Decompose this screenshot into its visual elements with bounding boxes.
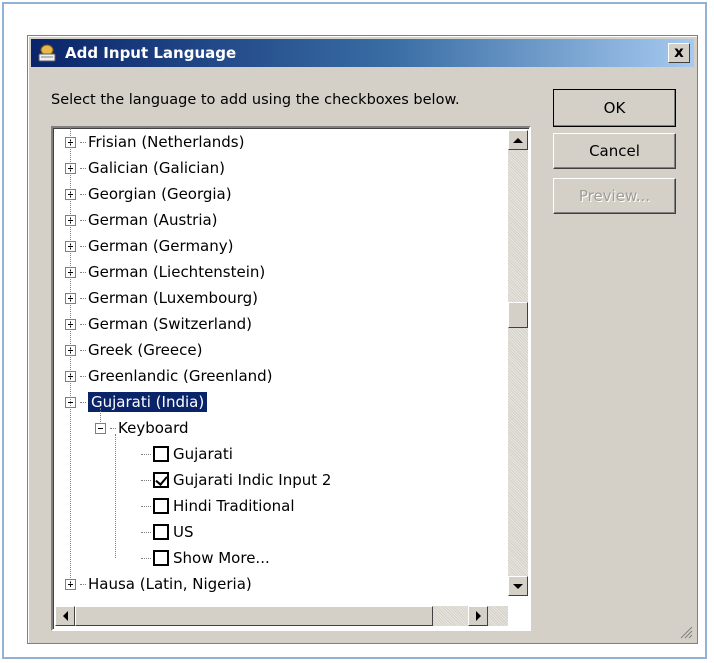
tree-connector [80,219,86,221]
tree-item-label: Gujarati (India) [86,391,209,413]
tree-item-label: German (Germany) [88,237,234,255]
tree-connector [80,375,86,377]
tree-item-language[interactable]: Georgian (Georgia) [65,181,232,207]
tree-connector [80,193,86,195]
tree-connector [80,245,86,247]
tree-item-label: Greek (Greece) [88,341,203,359]
checkbox-checked[interactable] [153,472,169,488]
tree-guide-line [100,408,101,422]
title-bar[interactable]: Add Input Language x [31,39,694,67]
horizontal-scroll-thumb[interactable] [75,606,433,626]
keyboard-option-label: Hindi Traditional [173,497,295,515]
tree-item-label: German (Luxembourg) [88,289,259,307]
tree-guide-line [115,434,116,558]
keyboard-option-label: Gujarati Indic Input 2 [173,471,332,489]
keyboard-option-label: Gujarati [173,445,233,463]
tree-item-language[interactable]: German (Austria) [65,207,218,233]
keyboard-option[interactable]: Gujarati Indic Input 2 [141,467,331,493]
add-input-language-dialog: Add Input Language x Select the language… [27,35,698,644]
arrow-right-icon [475,611,481,621]
tree-item-label: German (Switzerland) [88,315,253,333]
tree-item-language[interactable]: German (Liechtenstein) [65,259,265,285]
scroll-left-button[interactable] [55,606,75,626]
keyboard-option-label: Show More... [173,549,270,567]
arrow-left-icon [62,611,68,621]
tree-item-language[interactable]: Hausa (Latin, Nigeria) [65,571,252,597]
preview-button[interactable]: Preview... [553,178,676,214]
keyboard-option[interactable]: Show More... [141,545,270,571]
tree-item-language[interactable]: German (Luxembourg) [65,285,258,311]
checkbox[interactable] [153,446,169,462]
tree-item-label: Georgian (Georgia) [88,185,232,203]
tree-item-label: Keyboard [118,419,189,437]
keyboard-option[interactable]: US [141,519,194,545]
tree-item-label: Galician (Galician) [88,159,225,177]
vertical-scrollbar[interactable] [508,130,528,596]
close-button[interactable]: x [668,43,690,63]
instruction-text: Select the language to add using the che… [51,92,460,108]
tree-item-language-selected[interactable]: Gujarati (India) [65,389,209,415]
tree-connector [110,427,116,429]
checkbox[interactable] [153,524,169,540]
tree-connector [80,583,86,585]
checkbox[interactable] [153,498,169,514]
tree-connector [80,271,86,273]
tree-item-label: Greenlandic (Greenland) [88,367,273,385]
tree-connector [80,141,86,143]
tree-item-language[interactable]: Frisian (Netherlands) [65,129,244,155]
cancel-button[interactable]: Cancel [553,133,676,169]
tree-item-label: Hausa (Latin, Nigeria) [88,575,252,593]
arrow-down-icon [513,583,523,589]
tree-item-language[interactable]: German (Switzerland) [65,311,252,337]
arrow-up-icon [513,137,523,143]
scroll-right-button[interactable] [468,606,488,626]
tree-item-language[interactable]: German (Germany) [65,233,233,259]
scroll-up-button[interactable] [508,130,528,150]
dialog-title: Add Input Language [65,44,237,62]
tree-connector [141,505,151,507]
tree-item-label: Frisian (Netherlands) [88,133,245,151]
tree-connector [80,349,86,351]
checkbox[interactable] [153,550,169,566]
tree-connector [80,323,86,325]
scroll-down-button[interactable] [508,576,528,596]
tree-connector [141,557,151,559]
tree-item-label: German (Liechtenstein) [88,263,266,281]
tree-guide-line [70,128,71,584]
tree-connector [141,479,151,481]
keyboard-option[interactable]: Gujarati [141,441,233,467]
tree-item-language[interactable]: Greek (Greece) [65,337,202,363]
keyboard-globe-icon [38,44,56,62]
keyboard-option[interactable]: Hindi Traditional [141,493,295,519]
tree-connector [80,297,86,299]
keyboard-option-label: US [173,523,194,541]
close-icon: x [674,43,684,61]
tree-item-label: German (Austria) [88,211,218,229]
minus-icon[interactable] [95,422,106,434]
tree-item-language[interactable]: Galician (Galician) [65,155,225,181]
resize-grip-icon[interactable] [679,625,693,639]
language-tree[interactable]: Frisian (Netherlands) Galician (Galician)… [51,126,531,631]
tree-connector [141,453,151,455]
tree-item-keyboard-group[interactable]: Keyboard [95,415,189,441]
tree-connector [141,531,151,533]
tree-item-language[interactable]: Greenlandic (Greenland) [65,363,273,389]
ok-button[interactable]: OK [553,89,676,127]
vertical-scroll-thumb[interactable] [508,302,528,328]
tree-connector [80,167,86,169]
horizontal-scrollbar[interactable] [55,606,508,626]
tree-connector [80,401,86,403]
